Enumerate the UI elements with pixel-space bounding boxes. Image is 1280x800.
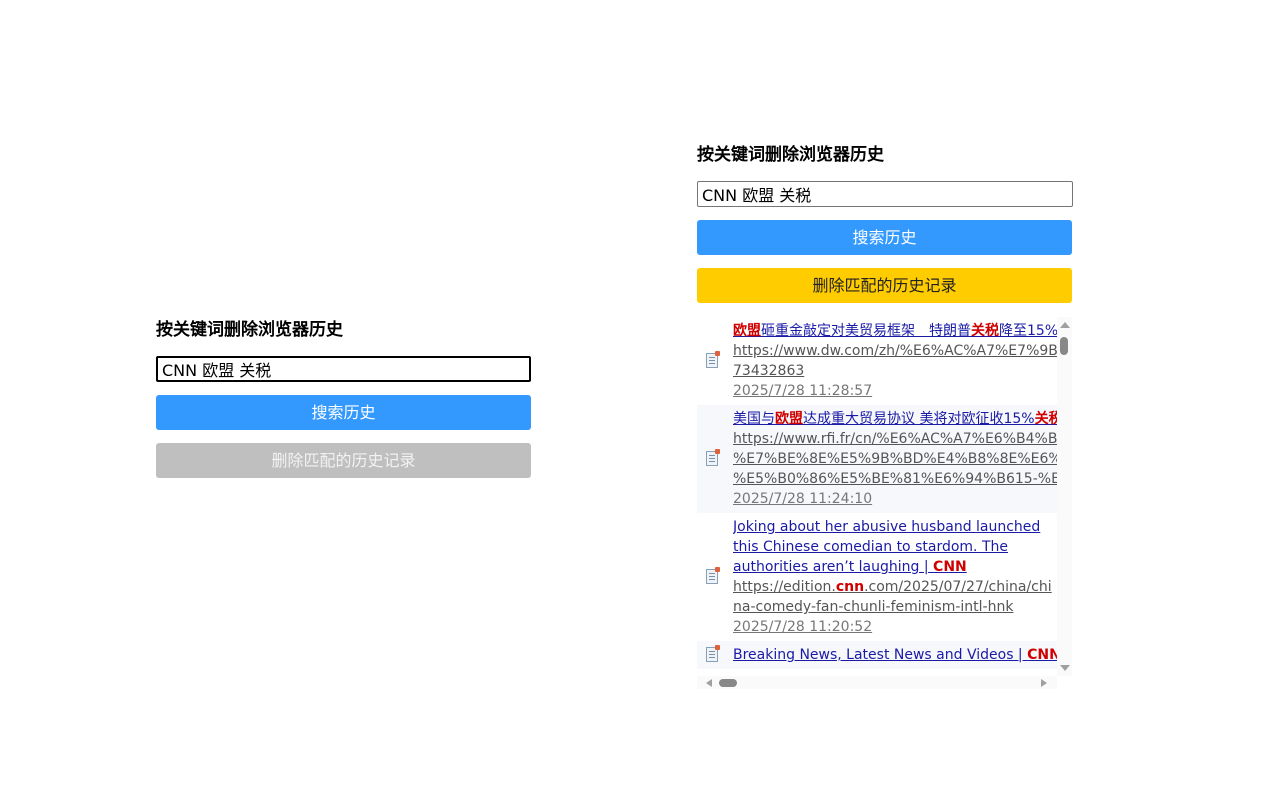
history-item-title-link[interactable]: 美国与欧盟达成重大贸易协议 美将对欧征收15%关税 — [733, 409, 1057, 429]
text-segment: 达成重大贸易协议 美将对欧征收15% — [803, 411, 1035, 427]
keyword-input[interactable] — [697, 181, 1073, 207]
text-segment: 砸重金敲定对美贸易框架 特朗普 — [761, 323, 971, 339]
history-item-title-link[interactable]: Breaking News, Latest News and Videos | … — [733, 645, 1057, 665]
history-item-url-link[interactable]: https://www.dw.com/zh/%E6%AC%A7%E7%9B%9F… — [733, 341, 1057, 381]
right-panel: 按关键词删除浏览器历史 搜索历史 删除匹配的历史记录 欧盟砸重金敲定对美贸易框架… — [697, 143, 1073, 689]
page-icon — [706, 351, 720, 368]
horizontal-scrollbar[interactable] — [697, 676, 1057, 689]
scroll-down-arrow-icon[interactable] — [1060, 665, 1070, 671]
page-icon — [706, 645, 720, 662]
keyword-highlight: cnn — [835, 579, 865, 595]
keyword-highlight: 关税 — [971, 323, 999, 339]
keyword-input[interactable] — [156, 356, 531, 382]
text-segment: Breaking News, Latest News and Videos | — [733, 647, 1028, 663]
left-panel: 按关键词删除浏览器历史 搜索历史 删除匹配的历史记录 — [156, 318, 532, 478]
scroll-up-arrow-icon[interactable] — [1060, 322, 1070, 328]
history-item-title-link[interactable]: Joking about her abusive husband launche… — [733, 517, 1057, 577]
history-item-time[interactable]: 2025/7/28 11:28:57 — [733, 381, 1057, 401]
keyword-highlight: 关税 — [1034, 411, 1057, 427]
vertical-scrollbar[interactable] — [1057, 317, 1072, 676]
text-segment: %E5%B0%86%E5%BE%81%E6%94%B615-%E5%8 — [733, 471, 1057, 487]
results-viewport: 欧盟砸重金敲定对美贸易框架 特朗普关税降至15% https://www.dw.c… — [697, 317, 1057, 676]
text-segment: https://www.rfi.fr/cn/%E6%AC%A7%E6%B4%B2… — [733, 431, 1057, 447]
keyword-highlight: 欧盟 — [733, 323, 761, 339]
keyword-highlight: CNN — [1027, 647, 1057, 663]
keyword-highlight: CNN — [933, 559, 967, 575]
delete-matched-history-button[interactable]: 删除匹配的历史记录 — [697, 268, 1072, 303]
search-history-button[interactable]: 搜索历史 — [697, 220, 1072, 255]
history-item[interactable]: Joking about her abusive husband launche… — [697, 513, 1057, 641]
text-segment: 73432863 — [733, 363, 805, 379]
history-item[interactable]: Breaking News, Latest News and Videos | … — [697, 641, 1057, 669]
text-segment: https://edition. — [733, 579, 836, 595]
scroll-left-arrow-icon[interactable] — [706, 679, 712, 687]
text-segment: https://www.dw.com/zh/%E6%AC%A7%E7%9B%9F — [733, 343, 1057, 359]
scroll-thumb[interactable] — [1060, 337, 1068, 355]
history-item-url-link[interactable]: https://edition.cnn.com/2025/07/27/china… — [733, 577, 1057, 617]
page-icon — [706, 449, 720, 466]
text-segment: 美国与 — [733, 411, 775, 427]
history-item-url-link[interactable]: https://www.rfi.fr/cn/%E6%AC%A7%E6%B4%B2… — [733, 429, 1057, 489]
panel-title: 按关键词删除浏览器历史 — [156, 320, 343, 340]
history-item-title-link[interactable]: 欧盟砸重金敲定对美贸易框架 特朗普关税降至15% — [733, 321, 1057, 341]
keyword-highlight: 欧盟 — [775, 411, 803, 427]
history-item-time[interactable]: 2025/7/28 11:20:52 — [733, 617, 1057, 637]
scroll-thumb[interactable] — [719, 679, 737, 687]
results-list[interactable]: 欧盟砸重金敲定对美贸易框架 特朗普关税降至15% https://www.dw.c… — [697, 317, 1072, 689]
delete-matched-history-button[interactable]: 删除匹配的历史记录 — [156, 443, 531, 478]
text-segment: Joking about her abusive husband launche… — [733, 519, 1041, 575]
history-item[interactable]: 美国与欧盟达成重大贸易协议 美将对欧征收15%关税 https://www.rfi… — [697, 405, 1057, 513]
search-history-button[interactable]: 搜索历史 — [156, 395, 531, 430]
text-segment: 降至15% — [999, 323, 1057, 339]
history-item-time[interactable]: 2025/7/28 11:24:10 — [733, 489, 1057, 509]
history-item[interactable]: 欧盟砸重金敲定对美贸易框架 特朗普关税降至15% https://www.dw.c… — [697, 317, 1057, 405]
scroll-right-arrow-icon[interactable] — [1041, 679, 1047, 687]
page-icon — [706, 567, 720, 584]
panel-title: 按关键词删除浏览器历史 — [697, 145, 884, 165]
text-segment: %E7%BE%8E%E5%9B%BD%E4%B8%8E%E6%AC%A7 — [733, 451, 1057, 467]
